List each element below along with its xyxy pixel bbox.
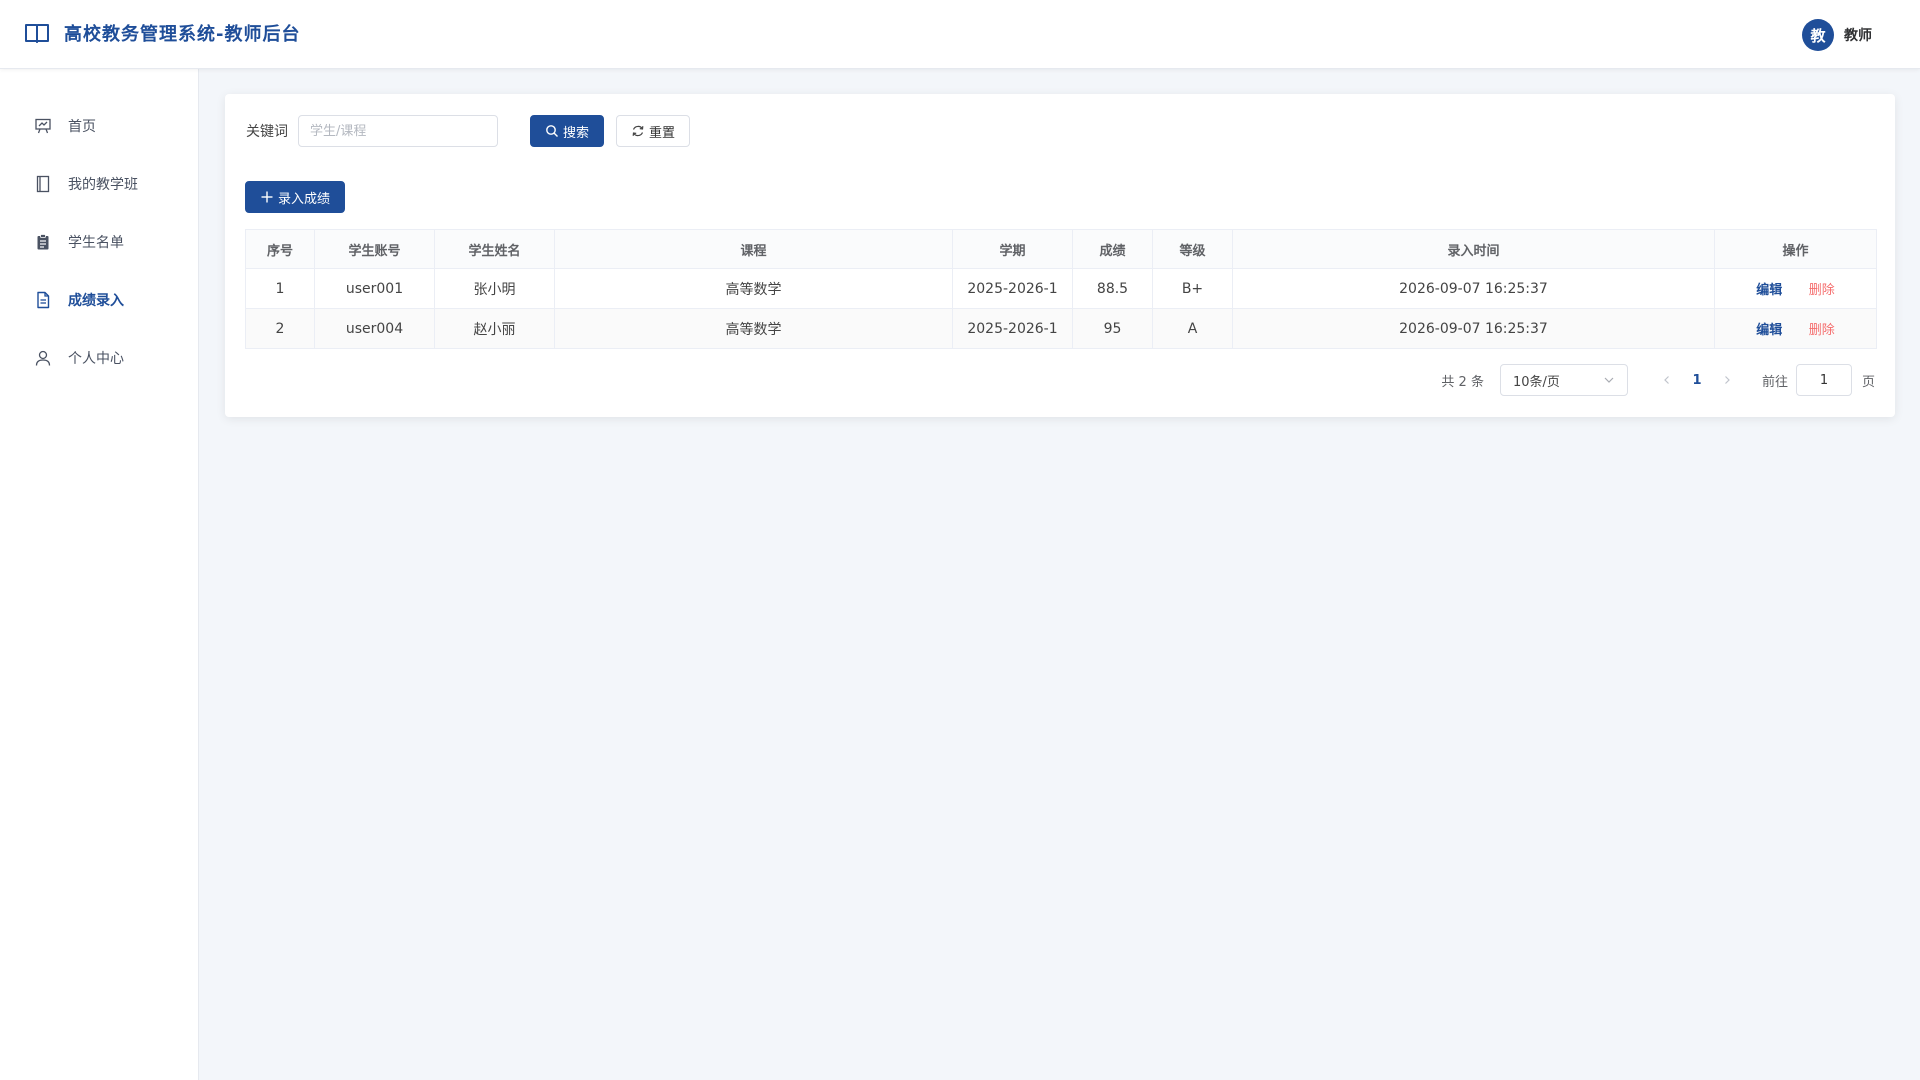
cell-grade: A <box>1152 308 1233 349</box>
edit-link[interactable]: 编辑 <box>1756 283 1782 298</box>
column-header-time: 录入时间 <box>1232 229 1715 269</box>
cell-index: 1 <box>245 268 315 309</box>
sidebar-item-label: 我的教学班 <box>68 177 138 193</box>
delete-link[interactable]: 删除 <box>1809 283 1835 298</box>
cell-time: 2026-09-07 16:25:37 <box>1232 268 1715 309</box>
column-header-account: 学生账号 <box>314 229 435 269</box>
column-header-grade: 等级 <box>1152 229 1233 269</box>
grade-entry-panel: 关键词 搜索 重置 录入成绩 <box>225 94 1895 417</box>
search-button-label: 搜索 <box>563 125 590 141</box>
presentation-board-icon <box>35 118 51 134</box>
pagination: 共 2 条 10条/页 1 前往 页 <box>1441 364 1875 396</box>
add-grade-button[interactable]: 录入成绩 <box>245 181 346 213</box>
user-icon <box>35 350 51 366</box>
search-icon <box>546 125 558 137</box>
search-bar: 关键词 搜索 重置 <box>246 115 691 147</box>
page-size-value: 10条/页 <box>1512 374 1560 390</box>
cell-score: 88.5 <box>1072 268 1153 309</box>
top-header: 高校教务管理系统-教师后台 教 教师 <box>0 0 1920 69</box>
brand: 高校教务管理系统-教师后台 <box>24 20 300 46</box>
open-book-icon <box>25 24 49 43</box>
cell-score: 95 <box>1072 308 1153 349</box>
sidebar-item-home[interactable]: 首页 <box>0 97 198 155</box>
chevron-left-icon <box>1664 376 1669 384</box>
cell-course: 高等数学 <box>554 308 953 349</box>
prev-page-button[interactable] <box>1652 364 1682 396</box>
add-grade-button-label: 录入成绩 <box>278 191 331 207</box>
cell-index: 2 <box>245 308 315 349</box>
avatar[interactable]: 教 <box>1802 19 1834 51</box>
page-suffix-label: 页 <box>1861 374 1875 390</box>
chevron-right-icon <box>1725 376 1730 384</box>
cell-account: user001 <box>314 268 435 309</box>
reset-button-label: 重置 <box>649 125 676 141</box>
column-header-course: 课程 <box>554 229 953 269</box>
sidebar-item-label: 个人中心 <box>68 351 124 367</box>
goto-page-input[interactable] <box>1795 364 1852 396</box>
cell-grade: B+ <box>1152 268 1233 309</box>
sidebar-item-student-list[interactable]: 学生名单 <box>0 213 198 271</box>
table-row: 1 user001 张小明 高等数学 2025-2026-1 88.5 B+ 2… <box>245 268 1877 309</box>
refresh-icon <box>632 125 644 137</box>
cell-name: 赵小丽 <box>434 308 555 349</box>
column-header-name: 学生姓名 <box>434 229 555 269</box>
keyword-label: 关键词 <box>246 124 288 140</box>
app-title: 高校教务管理系统-教师后台 <box>64 24 301 45</box>
column-header-index: 序号 <box>245 229 315 269</box>
sidebar-item-my-classes[interactable]: 我的教学班 <box>0 155 198 213</box>
page-number-current[interactable]: 1 <box>1682 364 1712 396</box>
total-count: 共 2 条 <box>1441 374 1484 390</box>
chevron-down-icon <box>1604 377 1614 383</box>
keyword-input[interactable] <box>298 115 498 147</box>
document-icon <box>37 291 50 309</box>
cell-actions: 编辑 删除 <box>1714 308 1877 349</box>
table-row: 2 user004 赵小丽 高等数学 2025-2026-1 95 A 2026… <box>245 308 1877 349</box>
sidebar-item-label: 首页 <box>68 119 96 135</box>
table-header-row: 序号 学生账号 学生姓名 课程 学期 成绩 等级 录入时间 操作 <box>245 229 1877 269</box>
cell-account: user004 <box>314 308 435 349</box>
cell-course: 高等数学 <box>554 268 953 309</box>
next-page-button[interactable] <box>1712 364 1742 396</box>
sidebar-item-grade-entry[interactable]: 成绩录入 <box>0 271 198 329</box>
cell-actions: 编辑 删除 <box>1714 268 1877 309</box>
grades-table: 序号 学生账号 学生姓名 课程 学期 成绩 等级 录入时间 操作 1 user0… <box>245 229 1877 349</box>
sidebar-item-label: 学生名单 <box>68 235 124 251</box>
cell-time: 2026-09-07 16:25:37 <box>1232 308 1715 349</box>
cell-term: 2025-2026-1 <box>952 308 1073 349</box>
goto-label: 前往 <box>1761 374 1788 390</box>
column-header-term: 学期 <box>952 229 1073 269</box>
edit-link[interactable]: 编辑 <box>1756 323 1782 338</box>
plus-icon <box>261 191 273 203</box>
user-menu[interactable]: 教 教师 <box>1802 19 1872 51</box>
user-name[interactable]: 教师 <box>1844 25 1872 45</box>
search-button[interactable]: 搜索 <box>530 115 605 147</box>
sidebar-item-profile[interactable]: 个人中心 <box>0 329 198 387</box>
clipboard-icon <box>37 234 49 250</box>
column-header-score: 成绩 <box>1072 229 1153 269</box>
notebook-icon <box>36 175 50 193</box>
sidebar: 首页 我的教学班 学生名单 成绩录入 个人中心 <box>0 69 199 1080</box>
delete-link[interactable]: 删除 <box>1809 323 1835 338</box>
reset-button[interactable]: 重置 <box>616 115 691 147</box>
column-header-actions: 操作 <box>1714 229 1877 269</box>
sidebar-item-label: 成绩录入 <box>68 293 124 309</box>
cell-name: 张小明 <box>434 268 555 309</box>
cell-term: 2025-2026-1 <box>952 268 1073 309</box>
page-size-select[interactable]: 10条/页 <box>1499 364 1628 396</box>
